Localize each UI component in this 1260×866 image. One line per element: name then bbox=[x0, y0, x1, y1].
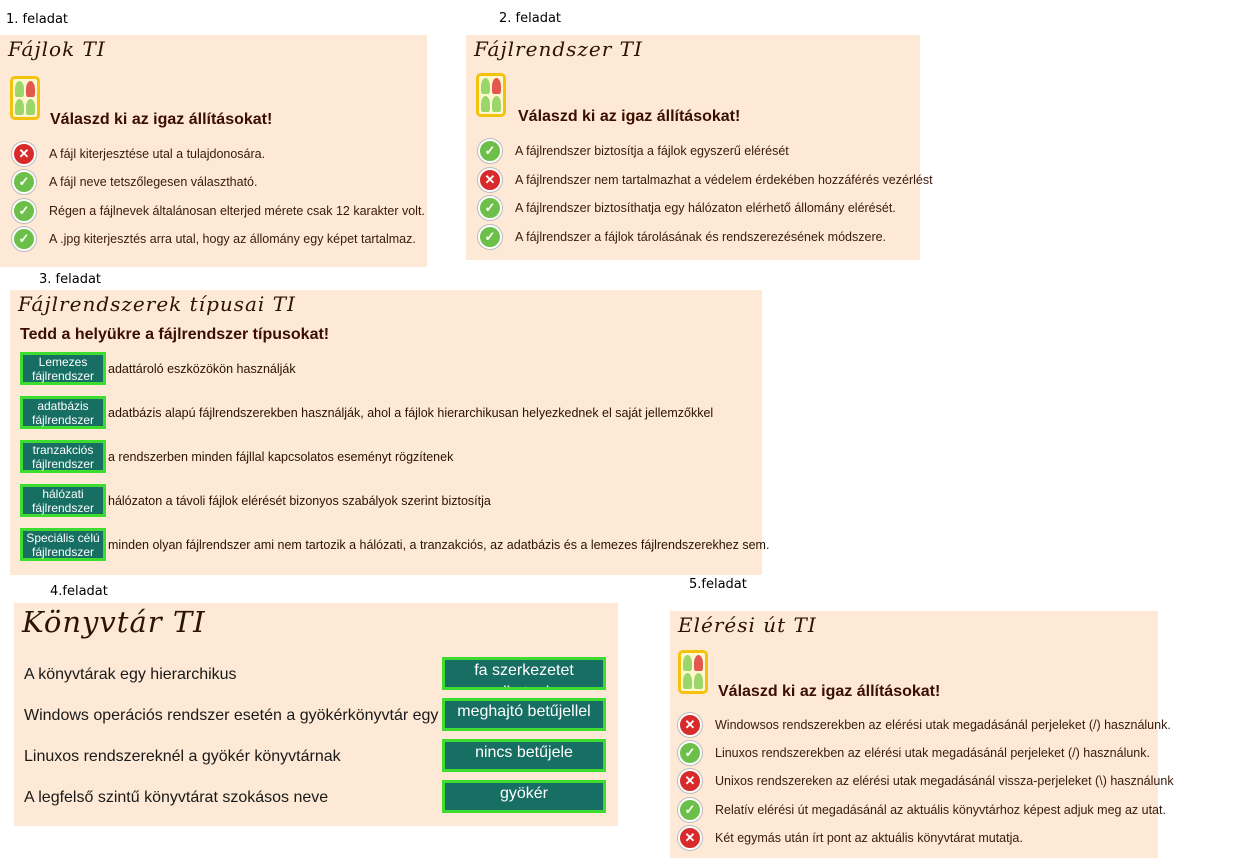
statement-row[interactable]: ✓ A fájlrendszer a fájlok tárolásának és … bbox=[478, 225, 886, 249]
statement-row[interactable]: ✓ A fájl neve tetszőlegesen választható. bbox=[12, 170, 257, 194]
match-row: adatbázis fájlrendszer adatbázis alapú fáj… bbox=[20, 396, 713, 429]
statement-row[interactable]: ✕ Windowsos rendszerekben az elérési utak… bbox=[678, 713, 1171, 737]
quiz-panel-files: Fájlok TI Válaszd ki az igaz állításokat… bbox=[0, 35, 427, 267]
quiz-panel-path: Elérési út TI Válaszd ki az igaz állítás… bbox=[670, 611, 1174, 858]
task-label-4: 4.feladat bbox=[50, 584, 108, 599]
wrong-icon: ✕ bbox=[678, 769, 702, 793]
match-description: adatbázis alapú fájlrendszerekben haszná… bbox=[108, 405, 714, 420]
statement-row[interactable]: ✓ A fájlrendszer biztosítja a fájlok egys… bbox=[478, 139, 789, 163]
question-heading: Válaszd ki az igaz állításokat! bbox=[50, 111, 273, 128]
question-heading: Tedd a helyükre a fájlrendszer típusokat… bbox=[20, 326, 330, 343]
statement-row[interactable]: ✕ Két egymás után írt pont az aktuális kö… bbox=[678, 826, 1023, 850]
statement-row[interactable]: ✓ Linuxos rendszerekben az elérési utak m… bbox=[678, 741, 1150, 765]
statement-text: A fájlrendszer biztosíthatja egy hálózat… bbox=[515, 201, 896, 215]
match-description: a rendszerben minden fájllal kapcsolatos… bbox=[108, 449, 454, 464]
sentence-text: A könyvtárak egy hierarchikus bbox=[24, 666, 237, 683]
sentence-text: Linuxos rendszereknél a gyökér könyvtárn… bbox=[24, 748, 341, 765]
panel-title: Fájlok TI bbox=[8, 37, 106, 61]
statement-row[interactable]: ✕ A fájlrendszer nem tartalmazhat a védel… bbox=[478, 168, 933, 192]
correct-icon: ✓ bbox=[478, 139, 502, 163]
panel-title: Fájlrendszerek típusai TI bbox=[18, 292, 296, 316]
statement-row[interactable]: ✓ Relatív elérési út megadásánál az aktuá… bbox=[678, 798, 1166, 822]
correct-icon: ✓ bbox=[678, 741, 702, 765]
statement-row[interactable]: ✕ A fájl kiterjesztése utal a tulajdonosá… bbox=[12, 142, 265, 166]
wrong-icon: ✕ bbox=[12, 142, 36, 166]
quiz-panel-filesystem: Fájlrendszer TI Válaszd ki az igaz állít… bbox=[466, 35, 933, 260]
question-heading: Válaszd ki az igaz állításokat! bbox=[718, 683, 941, 700]
match-row: Lemezes fájlrendszer adattároló eszközökön… bbox=[20, 352, 296, 385]
statement-text: A .jpg kiterjesztés arra utal, hogy az á… bbox=[49, 232, 416, 246]
mascot-icon bbox=[678, 650, 708, 694]
answer-tile[interactable]: meghajtó betűjellel bbox=[442, 698, 606, 731]
sentence-text: A legfelső szintű könyvtárat szokásos ne… bbox=[24, 789, 329, 806]
drag-tile[interactable]: hálózati fájlrendszer bbox=[20, 484, 106, 517]
drag-tile[interactable]: adatbázis fájlrendszer bbox=[20, 396, 106, 429]
answer-tile[interactable]: fa szerkezetet alkotnak bbox=[442, 657, 606, 690]
wrong-icon: ✕ bbox=[678, 826, 702, 850]
sentence-text: Windows operációs rendszer esetén a gyök… bbox=[24, 707, 439, 724]
panel-title: Fájlrendszer TI bbox=[474, 37, 643, 61]
correct-icon: ✓ bbox=[12, 227, 36, 251]
dragdrop-panel-directory: Könyvtár TI A könyvtárak egy hierarchiku… bbox=[14, 603, 618, 826]
statement-row[interactable]: ✓ A .jpg kiterjesztés arra utal, hogy az … bbox=[12, 227, 416, 251]
statement-text: A fájl kiterjesztése utal a tulajdonosár… bbox=[49, 147, 266, 161]
statement-text: Régen a fájlnevek általánosan elterjed m… bbox=[49, 204, 425, 218]
match-description: hálózaton a távoli fájlok elérését bizon… bbox=[108, 493, 491, 508]
match-description: minden olyan fájlrendszer ami nem tartoz… bbox=[108, 537, 770, 552]
wrong-icon: ✕ bbox=[478, 168, 502, 192]
task-label-3: 3. feladat bbox=[39, 272, 102, 287]
correct-icon: ✓ bbox=[478, 196, 502, 220]
match-row: hálózati fájlrendszer hálózaton a távoli f… bbox=[20, 484, 491, 517]
dragdrop-panel-fs-types: Fájlrendszerek típusai TI Tedd a helyükr… bbox=[10, 290, 769, 575]
task-label-5: 5.feladat bbox=[689, 577, 747, 592]
statement-row[interactable]: ✕ Unixos rendszereken az elérési utak meg… bbox=[678, 769, 1174, 793]
task-label-1: 1. feladat bbox=[6, 12, 69, 27]
mascot-icon bbox=[10, 76, 40, 120]
answer-tile[interactable]: nincs betűjele bbox=[442, 739, 606, 772]
statement-row[interactable]: ✓ A fájlrendszer biztosíthatja egy hálóza… bbox=[478, 196, 896, 220]
correct-icon: ✓ bbox=[478, 225, 502, 249]
wrong-icon: ✕ bbox=[678, 713, 702, 737]
panel-title: Elérési út TI bbox=[678, 613, 817, 637]
drag-tile[interactable]: tranzakciós fájlrendszer bbox=[20, 440, 106, 473]
correct-icon: ✓ bbox=[12, 199, 36, 223]
statement-text: Két egymás után írt pont az aktuális kön… bbox=[715, 831, 1023, 845]
statement-text: A fájlrendszer a fájlok tárolásának és r… bbox=[515, 230, 887, 244]
task-label-2: 2. feladat bbox=[499, 11, 562, 26]
statement-text: Linuxos rendszerekben az elérési utak me… bbox=[715, 746, 1150, 760]
statement-text: A fájlrendszer nem tartalmazhat a védele… bbox=[515, 173, 933, 187]
drag-tile[interactable]: Lemezes fájlrendszer bbox=[20, 352, 106, 385]
match-row: Speciális célú fájlrendszer minden olyan f… bbox=[20, 528, 769, 561]
statement-text: Relatív elérési út megadásánál az aktuál… bbox=[715, 803, 1166, 817]
statement-text: A fájl neve tetszőlegesen választható. bbox=[49, 175, 258, 189]
statement-text: Unixos rendszereken az elérési utak mega… bbox=[715, 774, 1174, 788]
match-description: adattároló eszközökön használják bbox=[108, 361, 296, 376]
answer-tile[interactable]: gyökér bbox=[442, 780, 606, 813]
correct-icon: ✓ bbox=[12, 170, 36, 194]
drag-tile[interactable]: Speciális célú fájlrendszer bbox=[20, 528, 106, 561]
match-row: tranzakciós fájlrendszer a rendszerben min… bbox=[20, 440, 453, 473]
question-heading: Válaszd ki az igaz állításokat! bbox=[518, 108, 741, 125]
statement-row[interactable]: ✓ Régen a fájlnevek általánosan elterjed … bbox=[12, 199, 425, 223]
mascot-icon bbox=[476, 73, 506, 117]
correct-icon: ✓ bbox=[678, 798, 702, 822]
panel-title: Könyvtár TI bbox=[22, 605, 206, 639]
statement-text: Windowsos rendszerekben az elérési utak … bbox=[715, 718, 1171, 732]
statement-text: A fájlrendszer biztosítja a fájlok egysz… bbox=[515, 144, 789, 158]
